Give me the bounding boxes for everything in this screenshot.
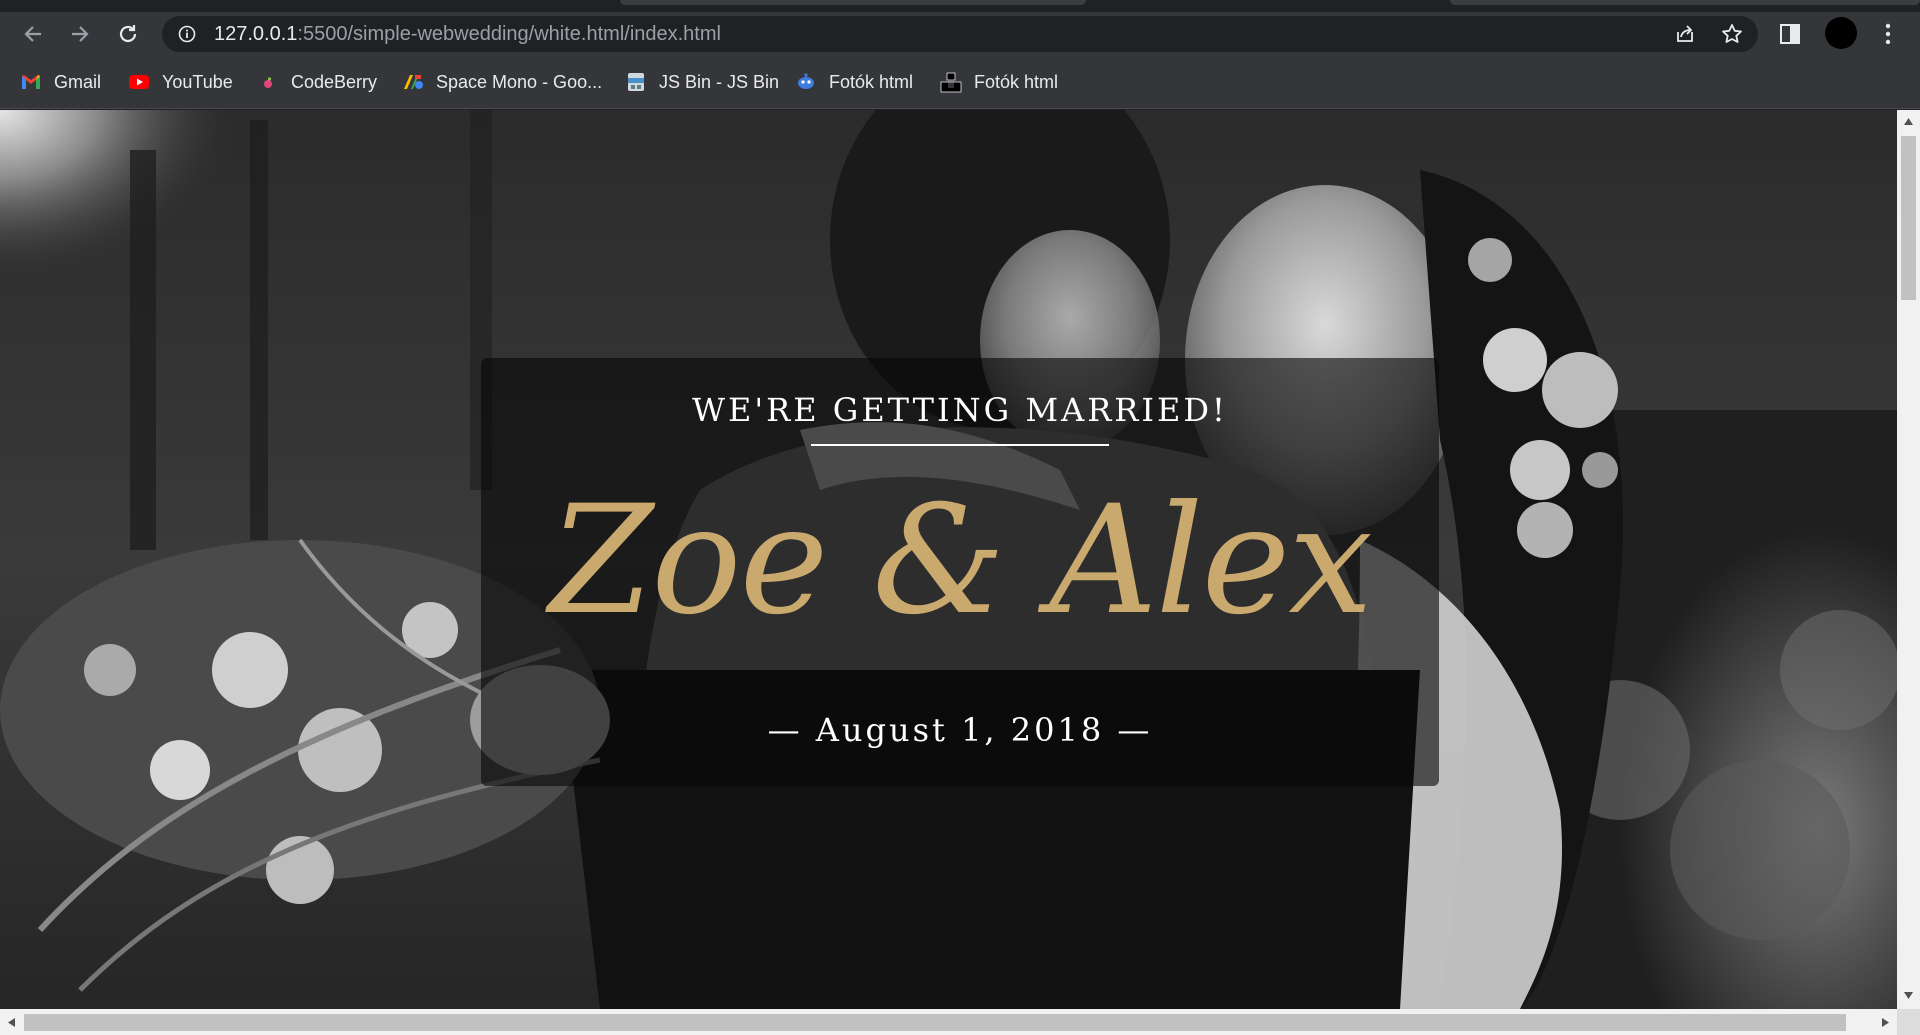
bookmark-label: Fotók html bbox=[974, 71, 1059, 92]
tab-edge bbox=[620, 0, 1086, 5]
jsbin-icon bbox=[628, 73, 644, 91]
bookmark-space-mono[interactable]: Space Mono - Goo... bbox=[402, 68, 602, 96]
bookmarks-bar: Gmail YouTube CodeBerry Space Mono - Goo… bbox=[0, 56, 1920, 109]
scroll-right-icon[interactable] bbox=[1880, 1017, 1891, 1028]
bookmark-label: Fotók html bbox=[829, 71, 914, 92]
bookmark-label: JS Bin - JS Bin bbox=[659, 71, 780, 92]
unsplash-icon bbox=[940, 72, 962, 93]
hero-kicker: WE'RE GETTING MARRIED! bbox=[692, 391, 1228, 429]
google-fonts-icon bbox=[404, 75, 423, 89]
url-text[interactable]: 127.0.0.1:5500/simple-webwedding/white.h… bbox=[214, 24, 721, 44]
arrow-left-icon bbox=[24, 26, 41, 42]
bookmark-label: CodeBerry bbox=[291, 71, 378, 92]
scroll-up-icon[interactable] bbox=[1903, 116, 1914, 127]
bookmark-fotok-2[interactable]: Fotók html bbox=[940, 68, 1058, 96]
side-panel-icon[interactable] bbox=[1778, 22, 1802, 46]
page-viewport: WE'RE GETTING MARRIED! Zoe & Alex — Augu… bbox=[0, 110, 1897, 1009]
scrollbar-corner bbox=[1897, 1009, 1920, 1035]
profile-avatar[interactable] bbox=[1825, 17, 1857, 49]
browser-toolbar: 127.0.0.1:5500/simple-webwedding/white.h… bbox=[0, 12, 1920, 56]
bookmark-label: Gmail bbox=[54, 71, 102, 92]
codeberry-icon bbox=[264, 77, 272, 88]
vertical-scrollbar[interactable] bbox=[1897, 110, 1920, 1009]
forward-button[interactable] bbox=[64, 18, 96, 50]
star-icon[interactable] bbox=[1720, 22, 1744, 46]
url-path: :5500/simple-webwedding/white.html/index… bbox=[297, 23, 721, 45]
horizontal-scroll-thumb[interactable] bbox=[24, 1014, 1846, 1031]
hero-card: WE'RE GETTING MARRIED! Zoe & Alex — Augu… bbox=[481, 358, 1439, 786]
gmail-icon bbox=[22, 75, 40, 89]
bookmark-gmail[interactable]: Gmail bbox=[20, 68, 101, 96]
back-button[interactable] bbox=[17, 18, 49, 50]
scroll-left-icon[interactable] bbox=[6, 1017, 17, 1028]
url-host: 127.0.0.1 bbox=[214, 23, 298, 45]
vertical-scroll-thumb[interactable] bbox=[1901, 136, 1916, 300]
horizontal-scrollbar[interactable] bbox=[0, 1009, 1897, 1035]
bookmark-codeberry[interactable]: CodeBerry bbox=[257, 68, 377, 96]
info-icon[interactable] bbox=[178, 25, 196, 43]
kebab-menu-icon[interactable] bbox=[1876, 20, 1900, 48]
scroll-down-icon[interactable] bbox=[1903, 990, 1914, 1001]
address-bar[interactable]: 127.0.0.1:5500/simple-webwedding/white.h… bbox=[162, 16, 1758, 52]
arrow-right-icon bbox=[72, 26, 89, 42]
reload-icon bbox=[119, 25, 137, 43]
bookmark-label: Space Mono - Goo... bbox=[436, 71, 603, 92]
tab-edge bbox=[1450, 0, 1920, 5]
youtube-icon bbox=[129, 75, 149, 89]
couple-names: Zoe & Alex bbox=[549, 474, 1373, 648]
bookmark-jsbin[interactable]: JS Bin - JS Bin bbox=[625, 68, 779, 96]
bookmark-label: YouTube bbox=[162, 71, 233, 92]
share-icon[interactable] bbox=[1674, 23, 1696, 45]
tab-strip bbox=[0, 0, 1920, 12]
wedding-date: — August 1, 2018 — bbox=[767, 711, 1153, 749]
hero-divider bbox=[811, 444, 1109, 446]
reload-button[interactable] bbox=[112, 18, 144, 50]
bookmark-youtube[interactable]: YouTube bbox=[128, 68, 233, 96]
alien-icon bbox=[798, 73, 814, 89]
bookmark-fotok-1[interactable]: Fotók html bbox=[795, 68, 913, 96]
